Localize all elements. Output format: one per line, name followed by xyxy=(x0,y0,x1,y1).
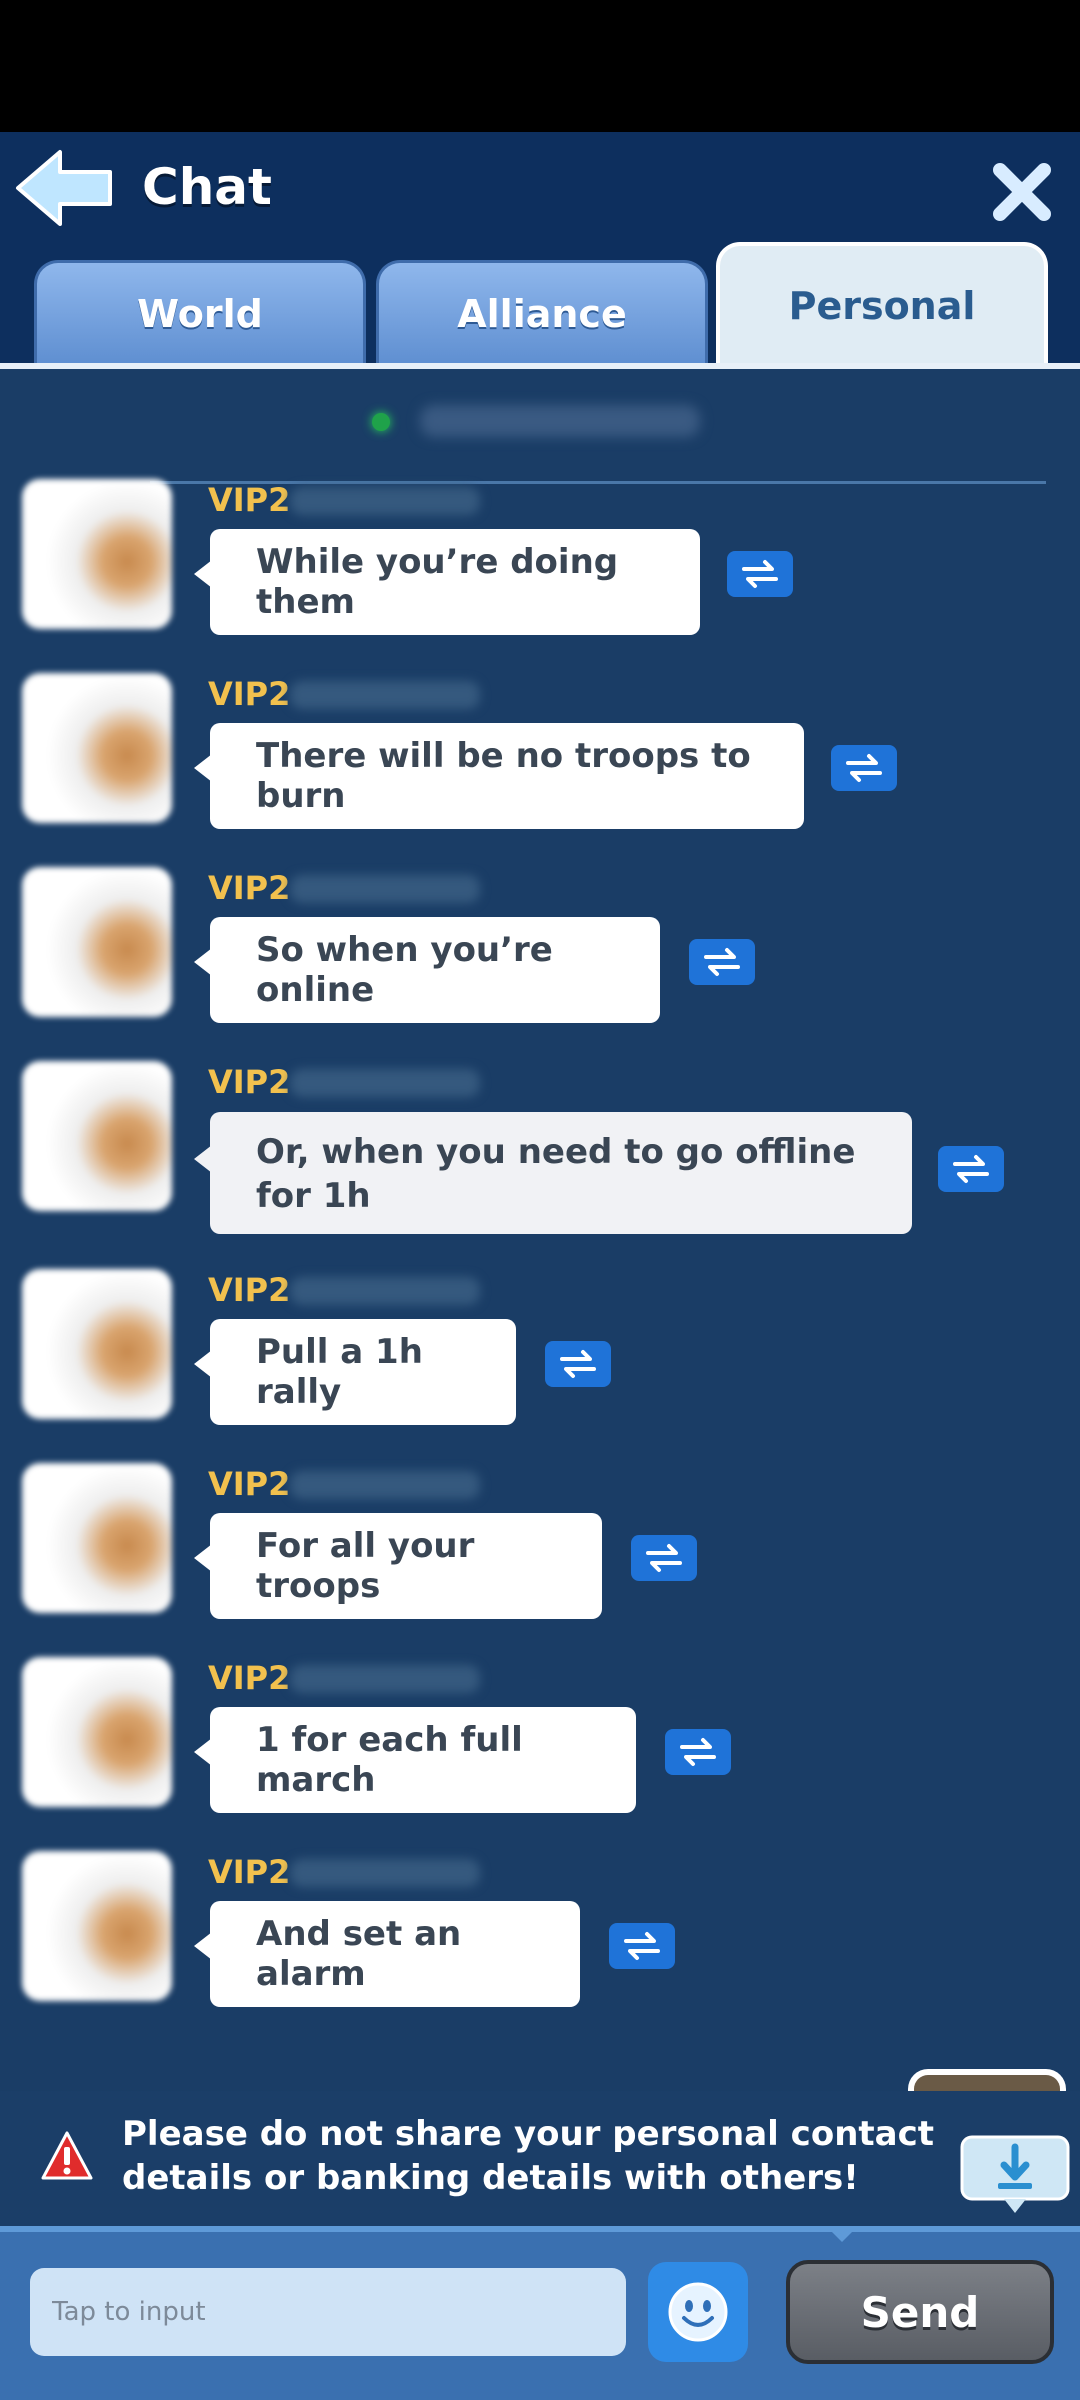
vip-badge: VIP2 xyxy=(208,869,291,907)
translate-icon xyxy=(560,1350,596,1378)
translate-button[interactable] xyxy=(631,1535,697,1581)
message-bubble: There will be no troops to burn xyxy=(210,723,804,829)
chat-input[interactable] xyxy=(30,2268,626,2356)
translate-icon xyxy=(646,1544,682,1572)
avatar[interactable] xyxy=(22,1657,172,1807)
message-bubble: Or, when you need to go offline for 1h xyxy=(210,1112,912,1234)
status-bar xyxy=(0,0,1080,132)
tab-world[interactable]: World xyxy=(34,260,366,364)
page-title: Chat xyxy=(142,158,272,216)
vip-badge: VIP2 xyxy=(208,481,291,519)
translate-button[interactable] xyxy=(938,1146,1004,1192)
close-button[interactable] xyxy=(990,160,1054,224)
back-button[interactable] xyxy=(14,146,116,230)
translate-button[interactable] xyxy=(831,745,897,791)
translate-icon xyxy=(846,754,882,782)
sender-name-redacted xyxy=(290,1859,480,1887)
warning-text: Please do not share your personal contac… xyxy=(122,2114,934,2198)
warning-icon xyxy=(40,2130,94,2184)
translate-button[interactable] xyxy=(689,939,755,985)
translate-button[interactable] xyxy=(609,1923,675,1969)
vip-badge: VIP2 xyxy=(208,1853,291,1891)
avatar[interactable] xyxy=(22,867,172,1017)
close-icon xyxy=(993,163,1051,221)
avatar[interactable] xyxy=(22,1463,172,1613)
message-bubble: For all your troops xyxy=(210,1513,602,1619)
translate-button[interactable] xyxy=(727,551,793,597)
chat-message-list[interactable]: VIP2 While you’re doing them VIP2 There … xyxy=(0,369,1080,2091)
message-bubble: And set an alarm xyxy=(210,1901,580,2007)
translate-icon xyxy=(953,1155,989,1183)
sender-name-redacted xyxy=(290,1277,480,1305)
bar-notch xyxy=(826,2226,858,2242)
message-bubble: Pull a 1h rally xyxy=(210,1319,516,1425)
sender-name-redacted xyxy=(290,1471,480,1499)
avatar[interactable] xyxy=(22,1269,172,1419)
message-bubble: While you’re doing them xyxy=(210,529,700,635)
message-bubble: So when you’re online xyxy=(210,917,660,1023)
avatar[interactable] xyxy=(22,1851,172,2001)
sender-name-redacted xyxy=(290,1665,480,1693)
send-button[interactable]: Send xyxy=(786,2260,1054,2364)
scroll-to-bottom-button[interactable] xyxy=(960,2135,1070,2217)
translate-icon xyxy=(742,560,778,588)
translate-icon xyxy=(624,1932,660,1960)
vip-badge: VIP2 xyxy=(208,1063,291,1101)
translate-icon xyxy=(704,948,740,976)
conversation-partner xyxy=(0,369,1080,479)
vip-badge: VIP2 xyxy=(208,1271,291,1309)
vip-badge: VIP2 xyxy=(208,1465,291,1503)
vip-badge: VIP2 xyxy=(208,675,291,713)
vip-badge: VIP2 xyxy=(208,1659,291,1697)
translate-button[interactable] xyxy=(665,1729,731,1775)
sender-name-redacted xyxy=(290,875,480,903)
message-bubble: 1 for each full march xyxy=(210,1707,636,1813)
emoji-button[interactable] xyxy=(648,2262,748,2362)
translate-icon xyxy=(680,1738,716,1766)
partner-name-redacted xyxy=(420,405,700,437)
sender-name-redacted xyxy=(290,1069,480,1097)
sender-name-redacted xyxy=(290,487,480,515)
sender-name-redacted xyxy=(290,681,480,709)
tab-alliance[interactable]: Alliance xyxy=(376,260,708,364)
back-arrow-icon xyxy=(16,150,112,226)
avatar[interactable] xyxy=(22,673,172,823)
translate-button[interactable] xyxy=(545,1341,611,1387)
emoji-icon xyxy=(668,2282,728,2342)
avatar[interactable] xyxy=(22,479,172,629)
tab-personal[interactable]: Personal xyxy=(716,242,1048,366)
download-icon xyxy=(960,2135,1070,2213)
avatar[interactable] xyxy=(22,1061,172,1211)
online-status-dot xyxy=(372,413,390,431)
own-avatar-partial[interactable] xyxy=(908,2069,1066,2091)
